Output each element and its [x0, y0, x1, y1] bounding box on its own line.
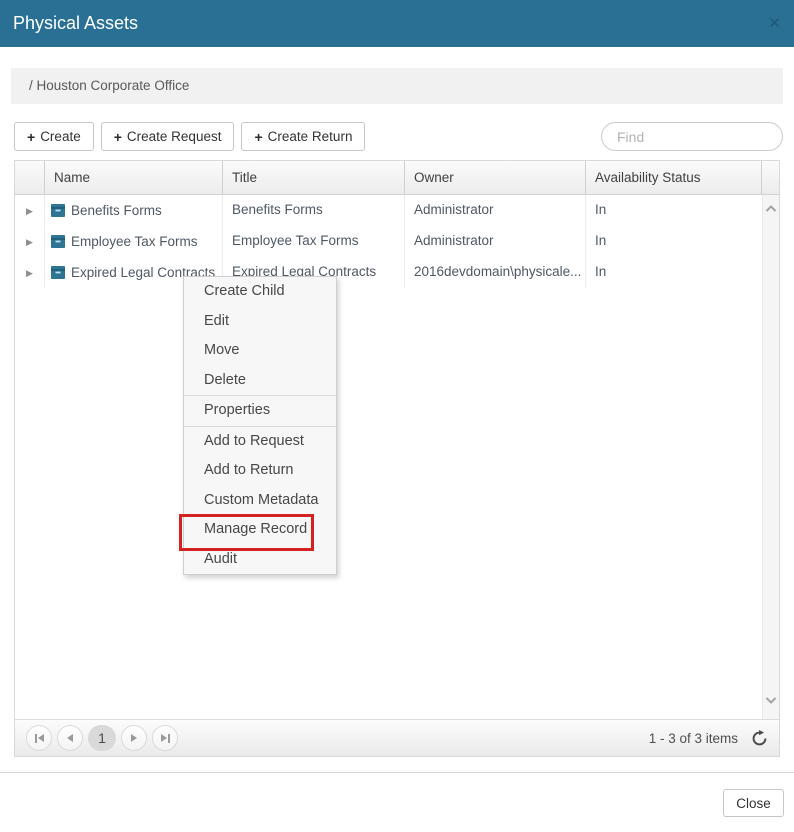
- grid-pager: 1 1 - 3 of 3 items: [15, 719, 779, 756]
- last-page-icon: [161, 734, 167, 742]
- create-return-button[interactable]: + Create Return: [241, 122, 365, 151]
- current-page-button[interactable]: 1: [88, 725, 116, 751]
- create-request-button-label: Create Request: [127, 129, 222, 144]
- asset-name: Employee Tax Forms: [71, 234, 198, 249]
- column-header-name[interactable]: Name: [45, 161, 223, 194]
- menu-item-edit[interactable]: Edit: [184, 307, 336, 337]
- expand-arrow-icon: ▶: [26, 258, 33, 288]
- scroll-down-icon[interactable]: [765, 696, 777, 705]
- column-header-availability-status[interactable]: Availability Status: [586, 161, 762, 194]
- pager-info: 1 - 3 of 3 items: [649, 731, 738, 746]
- menu-item-manage-record[interactable]: Manage Record: [184, 515, 336, 545]
- first-page-button[interactable]: [26, 725, 52, 751]
- menu-item-move[interactable]: Move: [184, 336, 336, 366]
- asset-name: Benefits Forms: [71, 203, 162, 218]
- menu-item-add-to-request[interactable]: Add to Request: [184, 427, 336, 457]
- name-cell: Benefits Forms: [45, 195, 223, 226]
- owner-cell: Administrator: [405, 226, 586, 257]
- column-header-expand: [15, 161, 45, 194]
- next-page-button[interactable]: [121, 725, 147, 751]
- dialog-title: Physical Assets: [13, 13, 768, 34]
- plus-icon: +: [114, 129, 122, 145]
- column-header-title[interactable]: Title: [223, 161, 405, 194]
- toolbar: + Create + Create Request + Create Retur…: [14, 122, 783, 151]
- plus-icon: +: [254, 129, 262, 145]
- column-header-scrollbar-filler: [762, 161, 779, 194]
- breadcrumb[interactable]: / Houston Corporate Office: [11, 68, 783, 104]
- asset-box-icon: [51, 235, 65, 248]
- column-header-owner[interactable]: Owner: [405, 161, 586, 194]
- title-cell: Benefits Forms: [223, 195, 405, 226]
- previous-page-icon: [67, 734, 73, 742]
- vertical-scrollbar[interactable]: [762, 195, 779, 719]
- create-button-label: Create: [40, 129, 81, 144]
- dialog-titlebar: Physical Assets ✕: [0, 0, 794, 47]
- grid-header: Name Title Owner Availability Status: [15, 161, 779, 195]
- grid-body: ▶ Benefits Forms Benefits Forms Administ…: [15, 195, 779, 719]
- table-row[interactable]: ▶ Expired Legal Contracts Expired Legal …: [15, 257, 762, 288]
- menu-item-properties[interactable]: Properties: [184, 396, 336, 426]
- owner-cell: Administrator: [405, 195, 586, 226]
- title-cell: Employee Tax Forms: [223, 226, 405, 257]
- expand-arrow-icon: ▶: [26, 227, 33, 257]
- expand-cell[interactable]: ▶: [15, 226, 45, 257]
- refresh-icon[interactable]: [751, 730, 768, 747]
- asset-box-icon: [51, 266, 65, 279]
- asset-box-icon: [51, 204, 65, 217]
- first-page-icon: [35, 734, 37, 743]
- grid-rows: ▶ Benefits Forms Benefits Forms Administ…: [15, 195, 762, 288]
- owner-cell: 2016devdomain\physicale...: [405, 257, 586, 288]
- table-row[interactable]: ▶ Benefits Forms Benefits Forms Administ…: [15, 195, 762, 226]
- create-button[interactable]: + Create: [14, 122, 94, 151]
- status-cell: In: [586, 226, 762, 257]
- previous-page-button[interactable]: [57, 725, 83, 751]
- expand-cell[interactable]: ▶: [15, 257, 45, 288]
- next-page-icon: [131, 734, 137, 742]
- dialog-footer: Close: [0, 773, 794, 817]
- status-cell: In: [586, 195, 762, 226]
- context-menu: Create Child Edit Move Delete Properties…: [183, 276, 337, 575]
- name-cell: Employee Tax Forms: [45, 226, 223, 257]
- menu-item-delete[interactable]: Delete: [184, 366, 336, 396]
- menu-item-audit[interactable]: Audit: [184, 545, 336, 575]
- menu-item-create-child[interactable]: Create Child: [184, 277, 336, 307]
- menu-item-custom-metadata[interactable]: Custom Metadata: [184, 486, 336, 516]
- plus-icon: +: [27, 129, 35, 145]
- close-icon[interactable]: ✕: [768, 16, 781, 31]
- create-request-button[interactable]: + Create Request: [101, 122, 235, 151]
- status-cell: In: [586, 257, 762, 288]
- pager-right: 1 - 3 of 3 items: [649, 730, 768, 747]
- expand-arrow-icon: ▶: [26, 196, 33, 226]
- last-page-button[interactable]: [152, 725, 178, 751]
- assets-grid: Name Title Owner Availability Status ▶ B…: [14, 160, 780, 757]
- close-button[interactable]: Close: [723, 789, 784, 817]
- table-row[interactable]: ▶ Employee Tax Forms Employee Tax Forms …: [15, 226, 762, 257]
- find-input[interactable]: [601, 122, 783, 151]
- menu-item-add-to-return[interactable]: Add to Return: [184, 456, 336, 486]
- scroll-up-icon[interactable]: [765, 204, 777, 213]
- expand-cell[interactable]: ▶: [15, 195, 45, 226]
- create-return-button-label: Create Return: [268, 129, 353, 144]
